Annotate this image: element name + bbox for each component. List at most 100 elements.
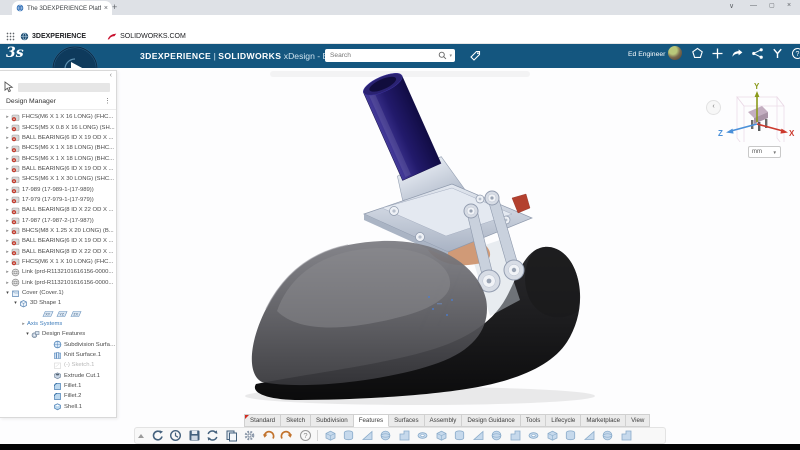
tree-item[interactable]: ▸17-987 (17-987-2-(17-987)) xyxy=(0,215,117,225)
tree-item[interactable]: ▾Design Features xyxy=(0,329,117,339)
fillet-icon[interactable] xyxy=(490,429,503,442)
browser-tab[interactable]: The 3DEXPERIENCE Platform × xyxy=(12,1,112,15)
add-icon[interactable] xyxy=(711,47,724,60)
sketch-icon[interactable] xyxy=(342,429,355,442)
ribbon-tab-tools[interactable]: Tools xyxy=(521,414,546,427)
tree-item[interactable]: XYYZZX xyxy=(0,309,117,319)
settings-icon[interactable] xyxy=(243,429,256,442)
sketch-check-icon[interactable] xyxy=(361,429,374,442)
tree-item[interactable]: Fillet.2 xyxy=(0,391,117,401)
tree-item[interactable]: Shell.1 xyxy=(0,402,117,412)
ribbon-tab-surfaces[interactable]: Surfaces xyxy=(389,414,424,427)
shell-icon[interactable] xyxy=(527,429,540,442)
user-name[interactable]: Ed Engineer xyxy=(628,51,665,58)
ribbon-tab-view[interactable]: View xyxy=(626,414,650,427)
tree-item[interactable]: ▸BALL BEARING(6 ID X 19 OD X ... xyxy=(0,236,117,246)
units-dropdown[interactable]: mm ▼ xyxy=(748,146,781,158)
share-forward-icon[interactable] xyxy=(731,47,744,60)
primitive-box-icon[interactable] xyxy=(324,429,337,442)
ribbon-tab-features[interactable]: Features xyxy=(354,414,389,427)
help-icon[interactable]: ? xyxy=(299,429,312,442)
orientation-triad[interactable]: Y X Z xyxy=(712,80,797,142)
bookmark-solidworks[interactable]: SOLIDWORKS.COM xyxy=(107,32,186,41)
tree-item[interactable]: ▾3D Shape 1 xyxy=(0,298,117,308)
tree-item[interactable]: Subdivision Surface.1 xyxy=(0,340,117,350)
avatar[interactable] xyxy=(668,46,682,60)
tab-search-icon[interactable]: ∨ xyxy=(729,2,734,10)
swym-icon[interactable] xyxy=(771,47,784,60)
tree-item[interactable]: ▸BALL BEARING(6 ID X 19 OD X ... xyxy=(0,133,117,143)
close-icon[interactable]: × xyxy=(787,2,791,9)
select-cursor-icon[interactable] xyxy=(3,81,15,93)
axis-z-label[interactable]: Z xyxy=(718,129,723,138)
update-icon[interactable] xyxy=(206,429,219,442)
redo-icon[interactable] xyxy=(280,429,293,442)
tree-item[interactable]: ▸17-989 (17-989-1-(17-989)) xyxy=(0,184,117,194)
tree-item[interactable]: ▸17-979 (17-979-1-(17-979)) xyxy=(0,195,117,205)
tree-item[interactable]: ▸Link (prd-R1132101616156-0000... xyxy=(0,267,117,277)
ribbon-tab-standard[interactable]: Standard xyxy=(244,414,281,427)
panel-menu-icon[interactable]: ⋮ xyxy=(104,97,111,105)
tree-item[interactable]: ▸BHCS(M6 X 1 X 18 LONG) (BHC... xyxy=(0,143,117,153)
tree-item[interactable]: ▾Cover (Cover.1) xyxy=(0,288,117,298)
tree-item[interactable]: ▸BHCS(M8 X 1.25 X 20 LONG) (B... xyxy=(0,226,117,236)
new-tab-button[interactable]: + xyxy=(112,2,117,12)
ribbon-tab-lifecycle[interactable]: Lifecycle xyxy=(546,414,581,427)
split-icon[interactable] xyxy=(583,429,596,442)
mirror-icon[interactable] xyxy=(472,429,485,442)
tree-item[interactable]: (-) Sketch.1 xyxy=(0,360,117,370)
bookmark-3dexperience[interactable]: 3DEXPERIENCE xyxy=(20,32,86,41)
toolbar-collapse-chevron-icon[interactable] xyxy=(138,434,144,438)
pattern-icon[interactable] xyxy=(453,429,466,442)
search-box[interactable]: ▾ xyxy=(325,49,455,62)
tag-icon[interactable] xyxy=(469,49,482,62)
clipboard-icon[interactable] xyxy=(225,429,238,442)
ribbon-tab-subdivision[interactable]: Subdivision xyxy=(311,414,354,427)
sweep-icon[interactable] xyxy=(416,429,429,442)
extrude-icon[interactable] xyxy=(379,429,392,442)
history-icon[interactable] xyxy=(169,429,182,442)
ribbon-tab-design-guidance[interactable]: Design Guidance xyxy=(462,414,520,427)
save-icon[interactable] xyxy=(188,429,201,442)
ribbon-tab-assembly[interactable]: Assembly xyxy=(425,414,463,427)
import-history-icon[interactable] xyxy=(151,429,164,442)
tree-item[interactable]: ▸FHCS(M6 X 1 X 16 LONG) (FHC... xyxy=(0,112,117,122)
panel-toolbar-strip[interactable] xyxy=(18,83,110,92)
tab-close-icon[interactable]: × xyxy=(104,5,108,12)
tree-item[interactable]: ▸BALL BEARING(6 ID X 19 OD X ... xyxy=(0,164,117,174)
tree-item[interactable]: ▸Axis Systems xyxy=(0,319,117,329)
axis-x-label[interactable]: X xyxy=(789,129,795,138)
tree-item[interactable]: Knit Surface.1 xyxy=(0,350,117,360)
ribbon-tab-marketplace[interactable]: Marketplace xyxy=(581,414,626,427)
chamfer-icon[interactable] xyxy=(509,429,522,442)
maximize-icon[interactable]: ▢ xyxy=(769,2,775,9)
revolve-icon[interactable] xyxy=(398,429,411,442)
move-face-icon[interactable] xyxy=(601,429,614,442)
minimize-icon[interactable]: — xyxy=(750,2,757,9)
loft-icon[interactable] xyxy=(435,429,448,442)
ribbon-tab-sketch[interactable]: Sketch xyxy=(281,414,311,427)
tree-item[interactable]: ▸BALL BEARING(8 ID X 22 OD X ... xyxy=(0,246,117,256)
tree-item[interactable]: ▸BHCS(M6 X 1 X 18 LONG) (BHC... xyxy=(0,153,117,163)
panel-collapse-chevron-icon[interactable]: ‹ xyxy=(110,72,112,79)
tree-item[interactable]: ▸FHCS(M6 X 1 X 10 LONG) (FHC... xyxy=(0,257,117,267)
combine-icon[interactable] xyxy=(564,429,577,442)
3d-viewport-model[interactable] xyxy=(118,68,800,415)
help-icon[interactable]: ? xyxy=(791,47,800,60)
tree-item[interactable]: ▸SHCS(M5 X 0.8 X 16 LONG) (SH... xyxy=(0,122,117,132)
delete-face-icon[interactable] xyxy=(620,429,633,442)
notifications-icon[interactable] xyxy=(691,47,704,60)
search-scope-chevron-icon[interactable]: ▾ xyxy=(449,53,452,59)
collaborate-icon[interactable] xyxy=(751,47,764,60)
apps-grid-icon[interactable] xyxy=(6,32,15,41)
search-input[interactable] xyxy=(328,51,436,60)
tree-item[interactable]: ▸SHCS(M6 X 1 X 30 LONG) (SHC... xyxy=(0,174,117,184)
axis-y-label[interactable]: Y xyxy=(754,82,760,91)
undo-icon[interactable] xyxy=(262,429,275,442)
tree-item[interactable]: Fillet.1 xyxy=(0,381,117,391)
tree-item[interactable]: ▸BALL BEARING(8 ID X 22 OD X ... xyxy=(0,205,117,215)
search-icon[interactable] xyxy=(438,51,447,60)
tree-item[interactable]: Extrude Cut.1 xyxy=(0,371,117,381)
draft-icon[interactable] xyxy=(546,429,559,442)
tree-item[interactable]: ▸Link (prd-R1132101616156-0000... xyxy=(0,278,117,288)
